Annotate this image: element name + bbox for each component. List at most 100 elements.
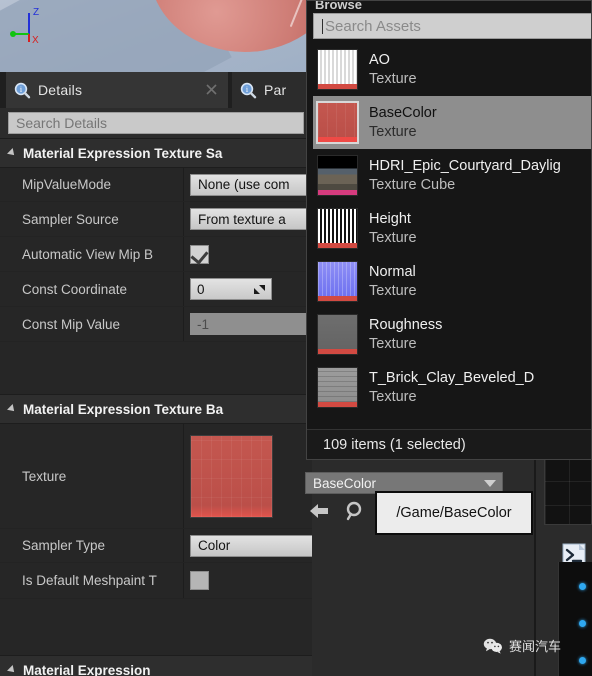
details-magnifier-icon: i: [14, 82, 31, 98]
graph-pin[interactable]: [579, 583, 586, 590]
const-coordinate-input[interactable]: 0: [190, 278, 272, 300]
search-assets-input[interactable]: Search Assets: [313, 13, 591, 39]
asset-type: Texture Cube: [369, 176, 456, 193]
asset-type-strip: [318, 243, 357, 248]
prop-value: From texture a: [190, 202, 312, 236]
list-item[interactable]: Roughness Texture: [313, 308, 591, 361]
asset-name: HDRI_Epic_Courtyard_Daylig: [369, 158, 561, 175]
prop-row-texture: Texture: [0, 424, 312, 529]
list-item[interactable]: Normal Texture: [313, 255, 591, 308]
asset-type-strip: [318, 402, 357, 407]
section-header-texture-sample[interactable]: Material Expression Texture Sa: [0, 138, 312, 168]
list-item[interactable]: T_Brick_Clay_Beveled_D Texture: [313, 361, 591, 414]
section-title: Material Expression Texture Sa: [23, 145, 223, 161]
search-assets-placeholder: Search Assets: [325, 17, 421, 35]
asset-path-tooltip-text: /Game/BaseColor: [396, 505, 512, 521]
asset-type: Texture: [369, 229, 417, 246]
mipvaluemode-dropdown[interactable]: None (use com: [190, 173, 312, 196]
section-title: Material Expression Texture Ba: [23, 401, 224, 417]
asset-nav-row: [308, 500, 366, 522]
automatic-view-mip-bias-checkbox[interactable]: [190, 244, 209, 265]
const-mip-value-input: -1: [190, 313, 310, 335]
column-splitter[interactable]: [183, 307, 184, 341]
prop-row-const-mip-value: Const Mip Value -1: [0, 307, 312, 342]
spinner-arrows-icon[interactable]: [254, 284, 265, 295]
graph-grid-node[interactable]: [544, 457, 592, 525]
chevron-down-icon: [484, 479, 496, 487]
asset-name: Height: [369, 211, 411, 228]
prop-row-sampler-source: Sampler Source From texture a: [0, 202, 312, 237]
tab-details[interactable]: i Details: [6, 72, 228, 108]
asset-picker-popup: Browse Search Assets AO Texture BaseColo…: [306, 0, 592, 460]
section-header-material-expression[interactable]: Material Expression: [0, 655, 312, 676]
details-search-row: Search Details: [0, 108, 312, 138]
prop-row-sampler-type: Sampler Type Color: [0, 529, 312, 563]
list-item[interactable]: BaseColor Texture: [313, 96, 591, 149]
column-splitter[interactable]: [183, 237, 184, 271]
column-splitter[interactable]: [183, 529, 184, 562]
texture-thumbnail[interactable]: [190, 434, 273, 518]
ao-thumbnail: [317, 49, 358, 90]
prop-label: Automatic View Mip B: [22, 246, 154, 262]
asset-count-label: 109 items (1 selected): [323, 436, 466, 453]
prop-value: -1: [190, 307, 310, 341]
watermark-text: 赛闻汽车: [509, 639, 562, 654]
expand-triangle-icon: [7, 665, 17, 675]
column-splitter[interactable]: [183, 202, 184, 236]
sampler-type-dropdown[interactable]: Color: [190, 534, 312, 557]
asset-type-strip: [318, 190, 357, 195]
column-splitter[interactable]: [183, 168, 184, 201]
search-details-input[interactable]: Search Details: [8, 112, 304, 134]
asset-name: T_Brick_Clay_Beveled_D: [369, 370, 535, 387]
asset-text: BaseColor Texture: [369, 104, 437, 140]
asset-text: HDRI_Epic_Courtyard_Daylig Texture Cube: [369, 157, 561, 193]
gizmo-z-label: Z: [33, 7, 39, 18]
sampler-type-value: Color: [198, 538, 231, 553]
axis-gizmo-icon: Z X: [10, 7, 39, 44]
prop-value: 0: [190, 272, 272, 306]
list-item[interactable]: AO Texture: [313, 43, 591, 96]
section-title: Material Expression: [23, 662, 151, 676]
asset-text: AO Texture: [369, 51, 417, 87]
details-tabbar: i Details i Par: [0, 72, 312, 108]
tab-parameters[interactable]: i Par: [232, 72, 312, 108]
sampler-source-dropdown[interactable]: From texture a: [190, 208, 312, 230]
prop-value: [190, 563, 209, 598]
asset-text: Normal Texture: [369, 263, 417, 299]
graph-pin[interactable]: [579, 620, 586, 627]
tab-details-label: Details: [38, 82, 83, 98]
prop-value: [190, 424, 273, 528]
is-default-meshpaint-texture-checkbox[interactable]: [190, 571, 209, 590]
prop-label: Is Default Meshpaint T: [22, 573, 157, 588]
asset-text: Roughness Texture: [369, 316, 442, 352]
prop-value: Color: [190, 529, 312, 562]
section-header-texture-base[interactable]: Material Expression Texture Ba: [0, 394, 312, 424]
asset-type-strip: [318, 296, 357, 301]
asset-picker-title: Browse: [315, 0, 362, 12]
tab-parameters-label: Par: [264, 82, 287, 98]
asset-list[interactable]: AO Texture BaseColor Texture HDRI_Epic_C…: [313, 43, 591, 431]
asset-type: Texture: [369, 282, 417, 299]
asset-type-strip: [318, 349, 357, 354]
graph-output-node[interactable]: [558, 562, 592, 676]
list-item[interactable]: HDRI_Epic_Courtyard_Daylig Texture Cube: [313, 149, 591, 202]
hdri-thumbnail: [317, 155, 358, 196]
prop-label: Const Mip Value: [22, 316, 121, 332]
column-splitter[interactable]: [183, 272, 184, 306]
column-splitter[interactable]: [183, 424, 184, 528]
graph-pin[interactable]: [579, 657, 586, 664]
prop-row-is-default-meshpaint-texture: Is Default Meshpaint T: [0, 563, 312, 599]
details-panel: i Details i Par Search Details Material …: [0, 72, 312, 676]
asset-name: BaseColor: [369, 105, 437, 122]
list-item[interactable]: Height Texture: [313, 202, 591, 255]
viewport-3d-preview[interactable]: Z X: [0, 0, 312, 75]
const-coordinate-value: 0: [197, 281, 205, 297]
back-arrow-icon[interactable]: [308, 500, 330, 522]
prop-row-const-coordinate: Const Coordinate 0: [0, 272, 312, 307]
close-icon[interactable]: [206, 84, 217, 95]
column-splitter[interactable]: [183, 563, 184, 598]
browse-magnifier-icon[interactable]: [344, 500, 366, 522]
asset-path-tooltip: /Game/BaseColor: [375, 491, 533, 535]
asset-name: AO: [369, 52, 390, 69]
asset-type: Texture: [369, 335, 417, 352]
